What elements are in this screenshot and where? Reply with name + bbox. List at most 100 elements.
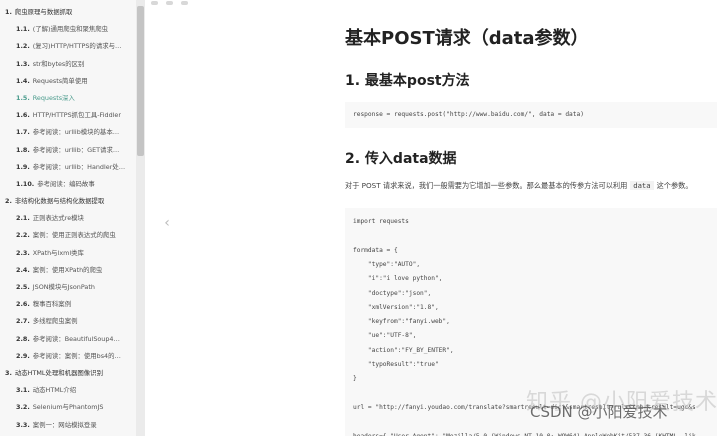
toc-item[interactable]: 2.9. 参考阅读：案例：使用bs4的… [0, 348, 135, 365]
section-heading-2: 2. 传入data数据 [345, 151, 457, 167]
toc-item-label: 参考阅读：urllib：GET请求… [32, 145, 120, 154]
code-line: "keyfrom":"fanyi.web", [353, 318, 450, 326]
toc-item[interactable]: 1.3. str和bytes的区别 [0, 56, 135, 73]
toc-item-label: JSON模块与JsonPath [32, 283, 95, 291]
toc-item-label: 爬虫原理与数据抓取 [14, 8, 73, 16]
toc-item-number: 3.1. [16, 386, 30, 395]
code-block-post: response = requests.post("http://www.bai… [345, 102, 717, 128]
toc-item[interactable]: 1.8. 参考阅读：urllib：GET请求… [0, 142, 135, 159]
page-title: 基本POST请求（data参数） [345, 28, 589, 49]
toc-item-label: 参考阅读：案例：使用bs4的… [32, 351, 121, 360]
section-heading-1: 1. 最基本post方法 [345, 73, 470, 89]
toc-item-number: 1.3. [16, 59, 30, 68]
toc-item[interactable]: 1.6. HTTP/HTTPS抓包工具-Fiddler [0, 107, 135, 124]
toc-item[interactable]: 1.4. Requests简单使用 [0, 73, 135, 90]
code-line: "i":"i love python", [353, 275, 443, 283]
toc-item-label: Selenium与PhantomJS [32, 403, 104, 412]
toc-item-number: 1.7. [16, 128, 30, 137]
toc-item[interactable]: 2.6. 糗事百科案例 [0, 296, 135, 313]
toc-item-label: 多线程爬虫案例 [32, 317, 78, 326]
toc-item[interactable]: 1.10. 参考阅读：编码故事 [0, 176, 135, 193]
sidebar-scrollbar-thumb[interactable] [137, 6, 144, 156]
toc-item[interactable]: 2.3. XPath与lxml类库 [0, 245, 135, 262]
toc-item[interactable]: 3. 动态HTML处理和机器图像识别 [0, 365, 135, 382]
toc-item-label: XPath与lxml类库 [32, 248, 84, 257]
toc-item-label: 案例：使用XPath的爬虫 [32, 265, 103, 274]
toc-item-number: 1.2. [16, 42, 30, 51]
toc-item-label: 非结构化数据与结构化数据提取 [14, 197, 105, 206]
font-icon[interactable] [181, 1, 188, 5]
toc-item-label: 动态HTML处理和机器图像识别 [14, 368, 103, 377]
toc-item-number: 1.5. [16, 93, 30, 102]
toc-item-number: 1.4. [16, 76, 30, 85]
toc-item-label: str和bytes的区别 [32, 59, 85, 68]
toc-item-number: 2.1. [16, 214, 30, 223]
toc-item-number: 2. [5, 197, 12, 206]
toc-item-number: 2.3. [16, 248, 30, 257]
toc-item-label: (复习)HTTP/HTTPS的请求与… [32, 42, 122, 51]
toc-item[interactable]: 1.5. Requests深入 [0, 90, 135, 107]
toc-item-label: 糗事百科案例 [32, 300, 72, 309]
toc-item[interactable]: 2.1. 正则表达式re模块 [0, 210, 135, 227]
code-line: response = requests.post("http://www.bai… [353, 111, 584, 118]
code-line: "xmlVersion":"1.8", [353, 303, 439, 311]
toc-sidebar: 1. 爬虫原理与数据抓取 1.1. (了解)通用爬虫和聚焦爬虫 1.2. (复习)HTTP… [0, 0, 145, 436]
toc-item-label: 参考阅读：BeautifulSoup4… [32, 334, 120, 343]
paragraph-text-end: 这个参数。 [656, 181, 693, 190]
toc-item-number: 1. [5, 8, 12, 16]
code-line: "type":"AUTO", [353, 260, 421, 268]
toc-item-number: 3.2. [16, 403, 30, 412]
toc-item-number: 2.6. [16, 300, 30, 309]
toc-item[interactable]: 2.2. 案例：使用正则表达式的爬虫 [0, 227, 135, 244]
toc-item[interactable]: 3.3. 案例一：网站模拟登录 [0, 417, 135, 434]
inline-code: data [630, 181, 654, 190]
toc-item-number: 3. [5, 368, 12, 377]
toc-item-number: 1.8. [16, 145, 30, 154]
toc-item-number: 1.10. [16, 179, 35, 188]
toc-item-label: 参考阅读：urllib：Handler处… [32, 162, 126, 171]
toc-item-label: 案例一：网站模拟登录 [32, 420, 97, 429]
code-line: } [353, 375, 357, 383]
toc-item-label: 正则表达式re模块 [32, 214, 84, 223]
article-content: 基本POST请求（data参数） 1. 最基本post方法 response =… [345, 0, 720, 436]
toc-item[interactable]: 1.1. (了解)通用爬虫和聚焦爬虫 [0, 21, 135, 38]
code-line: "doctype":"json", [353, 289, 432, 297]
toc-item-number: 3.3. [16, 420, 30, 429]
toc-item-number: 2.5. [16, 283, 30, 291]
toc-item-label: 参考阅读：编码故事 [37, 179, 95, 188]
toc-item-label: Requests深入 [32, 93, 75, 102]
code-line: formdata = { [353, 246, 398, 254]
toc-list: 1. 爬虫原理与数据抓取 1.1. (了解)通用爬虫和聚焦爬虫 1.2. (复习)HTTP… [0, 4, 135, 434]
toc-item-number: 2.4. [16, 265, 30, 274]
toc-item[interactable]: 3.2. Selenium与PhantomJS [0, 399, 135, 416]
toc-item[interactable]: 1.2. (复习)HTTP/HTTPS的请求与… [0, 38, 135, 55]
toc-item-number: 2.2. [16, 231, 30, 240]
toc-item-number: 1.6. [16, 111, 30, 120]
code-line: "typoResult":"true" [353, 361, 439, 368]
toc-item[interactable]: 2.7. 多线程爬虫案例 [0, 313, 135, 330]
menu-icon[interactable] [151, 1, 158, 5]
toc-item[interactable]: 2.5. JSON模块与JsonPath [0, 279, 135, 296]
toc-item[interactable]: 3.1. 动态HTML介绍 [0, 382, 135, 399]
toc-item[interactable]: 1. 爬虫原理与数据抓取 [0, 4, 135, 21]
search-icon[interactable] [166, 1, 173, 5]
toc-item-number: 1.9. [16, 162, 30, 171]
toc-item-label: 参考阅读：urllib模块的基本… [32, 128, 120, 137]
code-line: headers={ "User-Agent": "Mozilla/5.0 (Wi… [353, 432, 696, 436]
toc-item-label: 动态HTML介绍 [32, 386, 77, 395]
toc-item-label: (了解)通用爬虫和聚焦爬虫 [32, 25, 109, 34]
toc-item-label: HTTP/HTTPS抓包工具-Fiddler [32, 111, 121, 120]
code-line: import requests [353, 218, 409, 225]
toc-item[interactable]: 2.4. 案例：使用XPath的爬虫 [0, 262, 135, 279]
toc-item[interactable]: 1.9. 参考阅读：urllib：Handler处… [0, 159, 135, 176]
prev-page-arrow-icon[interactable]: ‹ [160, 214, 174, 232]
toc-item[interactable]: 2.8. 参考阅读：BeautifulSoup4… [0, 331, 135, 348]
toc-item[interactable]: 1.7. 参考阅读：urllib模块的基本… [0, 124, 135, 141]
paragraph-text: 对于 POST 请求来说，我们一般需要为它增加一些参数。那么最基本的传参方法可以… [345, 181, 628, 190]
toc-item-label: Requests简单使用 [32, 76, 88, 85]
toc-item-number: 2.7. [16, 317, 30, 326]
watermark-csdn: CSDN @小阳爱技术 [530, 403, 668, 421]
toc-item[interactable]: 2. 非结构化数据与结构化数据提取 [0, 193, 135, 210]
toc-item-number: 1.1. [16, 25, 30, 34]
toc-item-number: 2.8. [16, 334, 30, 343]
